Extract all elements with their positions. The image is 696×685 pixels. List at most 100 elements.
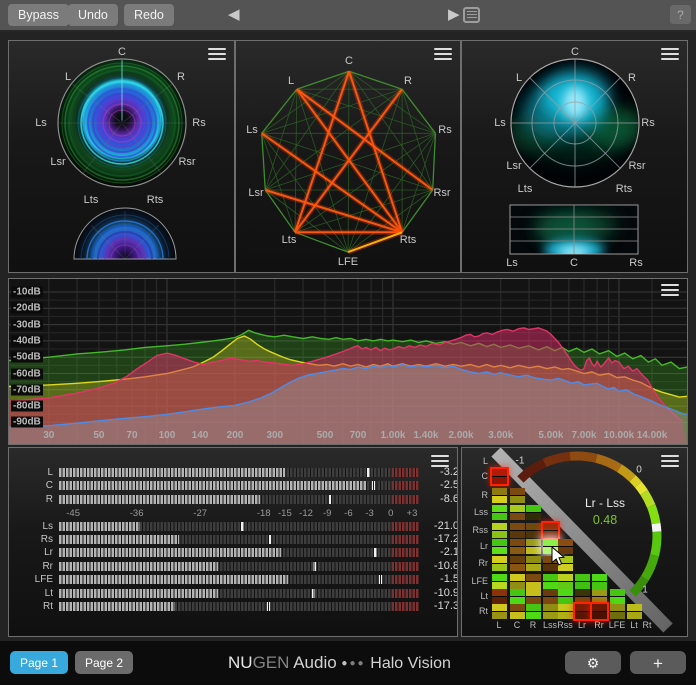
matrix-cell-rt-lfe[interactable] bbox=[610, 604, 625, 619]
matrix-cell-lfe-lss[interactable] bbox=[543, 574, 558, 589]
matrix-cell-rt-lss[interactable] bbox=[543, 604, 558, 619]
meter-bar bbox=[59, 548, 419, 557]
matrix-cell-rss-lss[interactable] bbox=[543, 523, 558, 538]
meter-scale-label: -9 bbox=[323, 508, 331, 519]
matrix-cell-rr-l[interactable] bbox=[492, 556, 507, 571]
meter-bar bbox=[59, 522, 419, 531]
web-node-label-c: C bbox=[345, 55, 353, 67]
brand-dots: ●●● bbox=[341, 658, 365, 669]
meter-bar bbox=[59, 602, 419, 611]
matrix-cell-lt-c[interactable] bbox=[510, 589, 525, 604]
matrix-cell-lfe-c[interactable] bbox=[510, 574, 525, 589]
freq-axis-label: 5.00k bbox=[538, 430, 563, 441]
matrix-cell-rt-lt[interactable] bbox=[627, 604, 642, 619]
meter-bar bbox=[59, 589, 419, 598]
matrix-cell-lr-r[interactable] bbox=[526, 539, 541, 554]
surround-scope-visualization bbox=[9, 41, 234, 272]
meter-scale-label: 0 bbox=[388, 508, 393, 519]
matrix-cell-lt-lr[interactable] bbox=[575, 589, 590, 604]
matrix-cell-lt-lss[interactable] bbox=[543, 589, 558, 604]
web-node-label-lfe: LFE bbox=[338, 256, 358, 268]
panel-menu-icon[interactable] bbox=[431, 455, 449, 469]
matrix-cell-rt-c[interactable] bbox=[510, 604, 525, 619]
matrix-cell-rr-r[interactable] bbox=[526, 556, 541, 571]
matrix-cell-lss-c[interactable] bbox=[510, 505, 525, 520]
matrix-cell-rss-r[interactable] bbox=[526, 523, 541, 538]
meter-channel-label: Rs bbox=[9, 534, 53, 545]
matrix-cell-rr-c[interactable] bbox=[510, 556, 525, 571]
meter-bar bbox=[59, 468, 419, 477]
strip-label-rs: Rs bbox=[629, 257, 642, 269]
channel-label-r: R bbox=[628, 72, 636, 84]
add-module-button[interactable]: + bbox=[630, 651, 686, 674]
next-preset-icon[interactable]: ▶ bbox=[448, 6, 460, 24]
matrix-cell-rt-lr[interactable] bbox=[575, 604, 590, 619]
matrix-cell-lt-l[interactable] bbox=[492, 589, 507, 604]
matrix-cell-rt-rss[interactable] bbox=[558, 604, 573, 619]
matrix-cell-lfe-l[interactable] bbox=[492, 574, 507, 589]
help-button[interactable]: ? bbox=[670, 5, 691, 24]
matrix-cell-lr-c[interactable] bbox=[510, 539, 525, 554]
meter-channel-label: L bbox=[9, 467, 53, 478]
matrix-row-label: LFE bbox=[466, 576, 488, 586]
meter-channel-label: R bbox=[9, 494, 53, 505]
matrix-cell-c-l[interactable] bbox=[492, 469, 507, 484]
matrix-cell-rt-rr[interactable] bbox=[592, 604, 607, 619]
meter-bar bbox=[59, 575, 419, 584]
web-node-label-rts: Rts bbox=[400, 234, 417, 246]
preset-list-icon[interactable] bbox=[463, 7, 480, 23]
page-1-button[interactable]: Page 1 bbox=[10, 651, 68, 674]
freq-axis-label: 14.00k bbox=[637, 430, 668, 441]
freq-axis-label: 700 bbox=[350, 430, 367, 441]
matrix-cell-lt-r[interactable] bbox=[526, 589, 541, 604]
matrix-cell-rt-l[interactable] bbox=[492, 604, 507, 619]
matrix-cell-rt-r[interactable] bbox=[526, 604, 541, 619]
panel-menu-icon[interactable] bbox=[661, 455, 679, 469]
top-toolbar: Bypass Undo Redo ◀ ▶ ? bbox=[0, 0, 696, 30]
meter-value: -10.8 bbox=[423, 560, 458, 572]
meter-channel-label: Rt bbox=[9, 601, 53, 612]
settings-button[interactable]: ⚙ bbox=[565, 651, 621, 674]
meter-scale-label: -6 bbox=[344, 508, 352, 519]
meter-row-lt: Lt-10.9 bbox=[9, 589, 458, 601]
meter-scale-label: -12 bbox=[299, 508, 313, 519]
meter-scale-label: -27 bbox=[193, 508, 207, 519]
correlation-web-panel: CLRLsRsLsrRsrLtsRtsLFE bbox=[235, 40, 461, 273]
web-node-label-lts: Lts bbox=[282, 234, 297, 246]
panel-menu-icon[interactable] bbox=[434, 48, 452, 62]
channel-label-rs: Rs bbox=[641, 117, 654, 129]
matrix-cell-r-l[interactable] bbox=[492, 488, 507, 503]
matrix-cell-lfe-rss[interactable] bbox=[558, 574, 573, 589]
matrix-row-label: Rss bbox=[466, 525, 488, 535]
undo-button[interactable]: Undo bbox=[68, 4, 118, 26]
matrix-cell-lss-l[interactable] bbox=[492, 505, 507, 520]
matrix-row-label: C bbox=[466, 471, 488, 481]
meter-channel-label: Lt bbox=[9, 588, 53, 599]
strip-label-c: C bbox=[570, 257, 578, 269]
matrix-cell-lt-rss[interactable] bbox=[558, 589, 573, 604]
matrix-cell-lt-rr[interactable] bbox=[592, 589, 607, 604]
panel-menu-icon[interactable] bbox=[661, 48, 679, 62]
channel-label-rsr: Rsr bbox=[628, 160, 645, 172]
correlation-value-readout: 0.48 bbox=[560, 513, 650, 527]
matrix-cell-rss-l[interactable] bbox=[492, 523, 507, 538]
matrix-cell-lfe-r[interactable] bbox=[526, 574, 541, 589]
matrix-cell-lfe-rr[interactable] bbox=[592, 574, 607, 589]
correlation-web-visualization bbox=[236, 41, 460, 272]
redo-button[interactable]: Redo bbox=[124, 4, 174, 26]
matrix-cell-rss-c[interactable] bbox=[510, 523, 525, 538]
matrix-cell-lt-lfe[interactable] bbox=[610, 589, 625, 604]
matrix-row-label: Lr bbox=[466, 541, 488, 551]
page-2-button[interactable]: Page 2 bbox=[75, 651, 133, 674]
meter-value: -8.6 bbox=[423, 493, 458, 505]
panel-menu-icon[interactable] bbox=[208, 48, 226, 62]
matrix-cell-r-c[interactable] bbox=[510, 488, 525, 503]
bypass-button[interactable]: Bypass bbox=[8, 4, 69, 26]
panel-menu-icon[interactable] bbox=[661, 284, 679, 298]
previous-preset-icon[interactable]: ◀ bbox=[228, 6, 240, 24]
matrix-cell-lss-r[interactable] bbox=[526, 505, 541, 520]
matrix-cell-lr-l[interactable] bbox=[492, 539, 507, 554]
channel-label-c: C bbox=[118, 46, 126, 58]
meter-scale-label: -45 bbox=[66, 508, 80, 519]
matrix-cell-lfe-lr[interactable] bbox=[575, 574, 590, 589]
